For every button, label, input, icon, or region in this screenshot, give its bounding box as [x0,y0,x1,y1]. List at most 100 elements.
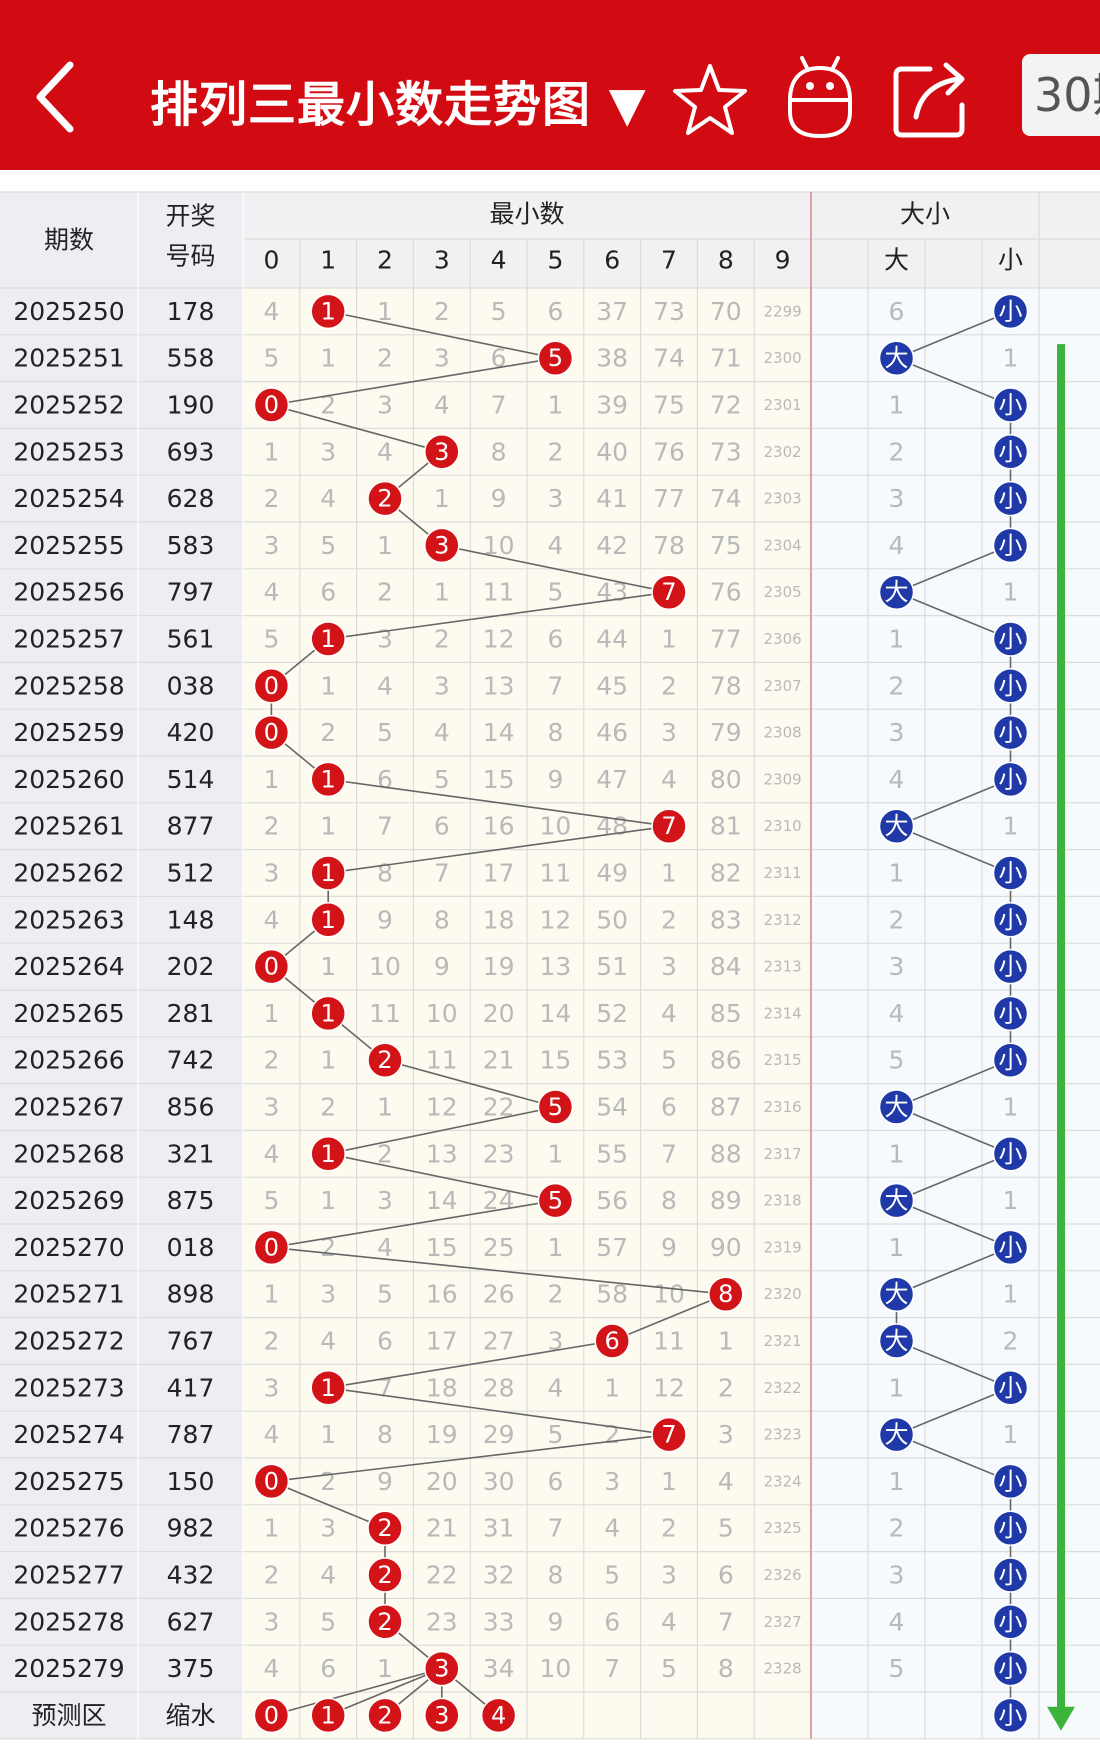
miss-count: 3 [263,1093,279,1122]
svg-text:4: 4 [491,1701,506,1729]
size-miss-count: 1 [1003,1280,1019,1309]
miss-count: 86 [710,1046,742,1075]
row-period: 2025268 [13,1139,124,1168]
miss-count: 13 [539,952,571,981]
svg-text:2: 2 [377,485,392,513]
miss-count: 6 [547,625,563,654]
miss-count: 79 [710,718,742,747]
min-number-ball: 1 [310,761,346,798]
col-header-digit-3: 3 [434,246,450,275]
big-ball: 大 [878,574,915,610]
miss-count: 24 [483,1186,515,1215]
miss-count: 7 [547,1514,563,1543]
size-miss-count: 1 [889,625,905,654]
page-title[interactable]: 排列三最小数走势图 ▼ [150,65,647,135]
miss-count: 20 [426,1467,458,1496]
svg-text:1: 1 [321,1374,336,1402]
miss-count: 5 [718,1514,734,1543]
size-miss-count: 1 [1003,344,1019,373]
miss-count: 2 [320,1467,336,1496]
miss-count: 29 [483,1420,515,1449]
miss-count: 71 [710,344,742,373]
miss-count: 2 [661,671,677,700]
miss-count: 2 [547,1280,563,1309]
predict-ball[interactable]: 1 [310,1697,346,1734]
miss-count: 11 [539,859,571,888]
svg-text:3: 3 [434,1655,449,1683]
miss-count: 2307 [764,677,802,695]
miss-count: 10 [483,531,515,560]
miss-count: 4 [434,718,450,747]
miss-count: 1 [263,1280,279,1309]
row-draw-number: 797 [167,578,215,607]
min-number-ball: 2 [367,1604,403,1640]
row-period: 2025255 [13,531,124,560]
miss-count: 3 [263,1607,279,1636]
miss-count: 2 [547,437,563,466]
miss-count: 8 [491,437,507,466]
miss-count: 1 [320,671,336,700]
row-period: 2025256 [13,578,124,607]
miss-count: 1 [434,578,450,607]
miss-count: 73 [653,297,685,326]
miss-count: 6 [434,812,450,841]
miss-count: 5 [604,1561,620,1590]
min-number-ball: 7 [651,1416,687,1453]
predict-ball[interactable]: 2 [367,1697,403,1734]
miss-count: 54 [596,1093,628,1122]
miss-count: 7 [491,391,507,420]
predict-size-ball[interactable]: 小 [992,1697,1029,1734]
size-miss-count: 2 [889,437,905,466]
row-period: 2025279 [13,1654,124,1683]
miss-count: 4 [547,531,563,560]
miss-count: 2326 [764,1566,802,1584]
miss-count: 21 [426,1514,458,1543]
shrink-link[interactable]: 缩水 [165,1701,215,1730]
back-arrow-icon[interactable] [20,50,90,140]
svg-text:小: 小 [999,765,1023,793]
share-icon[interactable] [890,55,970,140]
svg-text:0: 0 [264,1233,279,1261]
period-select[interactable]: 30期 [1022,54,1100,136]
predict-ball[interactable]: 3 [424,1697,460,1734]
miss-count: 4 [377,1233,393,1262]
svg-text:大: 大 [885,1187,909,1215]
big-ball: 大 [878,808,915,844]
miss-count: 12 [539,905,571,934]
small-ball: 小 [992,761,1029,798]
row-period: 2025265 [13,999,124,1028]
svg-text:1: 1 [321,297,336,325]
col-header-digit-5: 5 [547,246,563,275]
svg-text:小: 小 [999,1655,1023,1683]
miss-count: 1 [320,952,336,981]
min-number-ball: 0 [253,948,290,985]
row-period: 2025270 [13,1233,124,1262]
miss-count: 17 [426,1327,458,1356]
row-draw-number: 856 [167,1093,215,1122]
miss-count: 10 [539,1654,571,1683]
row-period: 2025264 [13,952,124,981]
min-number-ball: 5 [537,340,574,376]
small-ball: 小 [992,1463,1029,1500]
miss-count: 9 [547,765,563,794]
predict-ball[interactable]: 4 [480,1697,517,1734]
miss-count: 13 [483,671,515,700]
miss-count: 3 [320,437,336,466]
size-miss-count: 5 [889,1046,905,1075]
min-number-ball: 3 [424,527,460,564]
miss-count: 4 [263,297,279,326]
miss-count: 74 [710,484,742,513]
row-draw-number: 627 [167,1607,215,1636]
star-icon[interactable] [670,60,750,140]
svg-text:大: 大 [885,1093,909,1121]
predict-ball[interactable]: 0 [253,1697,290,1734]
small-ball: 小 [992,480,1029,517]
predict-connector [384,1667,443,1717]
robot-icon[interactable] [780,50,860,140]
svg-text:小: 小 [999,438,1023,466]
miss-count: 50 [596,905,628,934]
miss-count: 2318 [764,1192,802,1210]
miss-count: 2312 [764,911,802,929]
svg-text:0: 0 [264,1701,279,1729]
min-number-ball: 0 [253,1463,290,1500]
